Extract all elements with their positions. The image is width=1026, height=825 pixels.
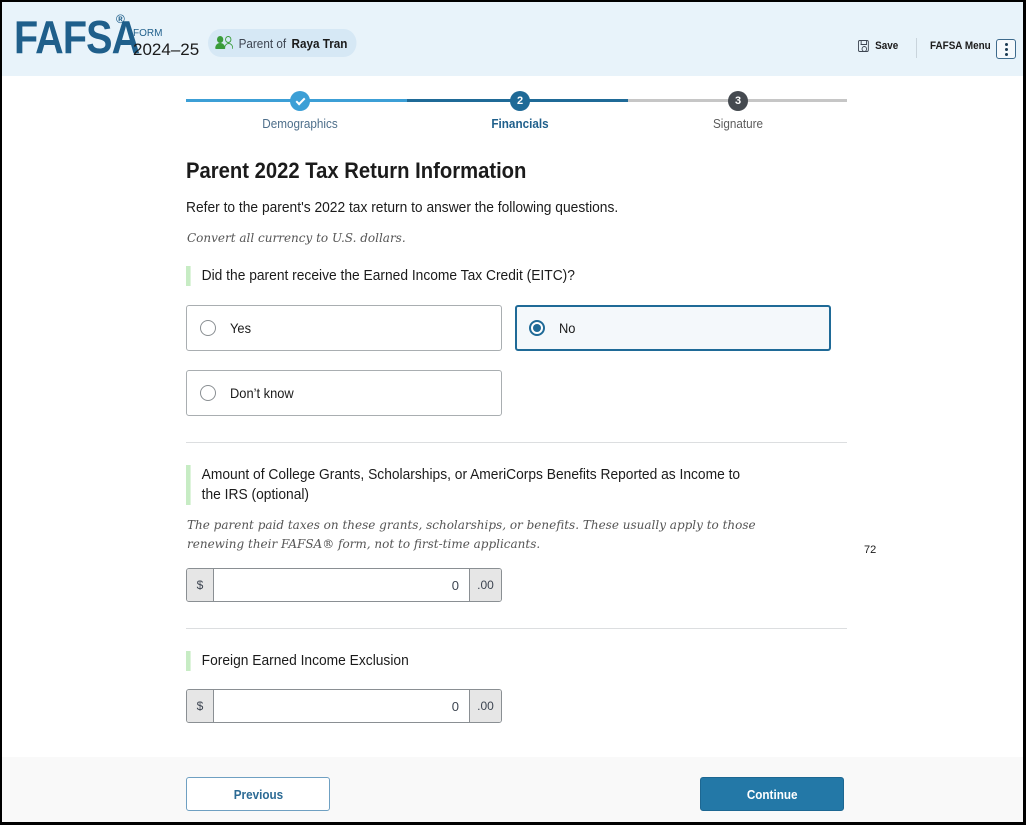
continue-button[interactable]: Continue [700, 777, 844, 811]
option-label: Don’t know [230, 385, 294, 401]
floppy-disk-icon [858, 40, 869, 52]
grants-question-label: Amount of College Grants, Scholarships, … [186, 465, 756, 505]
people-icon [215, 36, 234, 50]
form-label: FORM [133, 28, 163, 39]
role-prefix: Parent of [238, 35, 287, 51]
progress-stepper: 2 3 Demographics Financials Signature [186, 90, 847, 134]
eitc-question-label: Did the parent receive the Earned Income… [186, 266, 575, 286]
cents-suffix: .00 [469, 569, 501, 601]
app-header: FAFSA ® FORM 2024–25 Parent of Raya Tran… [2, 2, 1023, 76]
step-label-signature: Signature [712, 116, 764, 131]
student-name: Raya Tran [291, 35, 348, 51]
page-footer: Previous Continue [2, 757, 1023, 822]
save-label: Save [875, 40, 899, 52]
role-badge: Parent of Raya Tran [208, 29, 357, 57]
section-divider [186, 442, 847, 443]
currency-note: Convert all currency to U.S. dollars. [187, 231, 406, 245]
registered-mark: ® [116, 12, 125, 26]
dollar-prefix: $ [187, 569, 214, 601]
previous-label: Previous [233, 786, 283, 802]
save-button[interactable]: Save [858, 40, 898, 52]
step-number-2: 2 [510, 91, 530, 111]
step-complete-check-icon [290, 91, 310, 111]
continue-label: Continue [746, 786, 798, 802]
option-label: Yes [230, 320, 252, 336]
radio-checked-icon[interactable] [529, 320, 545, 336]
step-label-demographics: Demographics [262, 116, 338, 131]
grants-hint: The parent paid taxes on these grants, s… [187, 518, 756, 551]
grants-amount-field: $ .00 [186, 568, 502, 602]
previous-button[interactable]: Previous [186, 777, 330, 811]
step-number-3: 3 [728, 91, 748, 111]
foreign-income-amount-field: $ .00 [186, 689, 502, 723]
fafsa-menu-button[interactable]: FAFSA Menu [930, 40, 991, 52]
foreign-income-question-label: Foreign Earned Income Exclusion [186, 651, 409, 671]
dollar-prefix: $ [187, 690, 214, 722]
section-divider [186, 628, 847, 629]
page-number: 72 [864, 544, 877, 556]
option-label: No [559, 320, 576, 336]
page-frame: FAFSA ® FORM 2024–25 Parent of Raya Tran… [2, 2, 1023, 822]
cents-suffix: .00 [469, 690, 501, 722]
kebab-vertical-icon[interactable] [996, 39, 1016, 59]
grants-amount-input[interactable] [214, 569, 469, 601]
page-intro: Refer to the parent's 2022 tax return to… [186, 199, 619, 216]
step-label-financials: Financials [491, 116, 549, 131]
foreign-income-amount-input[interactable] [214, 690, 469, 722]
page-title: Parent 2022 Tax Return Information [186, 158, 527, 183]
header-divider [916, 38, 917, 58]
eitc-option-no[interactable]: No [515, 305, 831, 351]
eitc-option-yes[interactable]: Yes [186, 305, 502, 351]
form-year: 2024–25 [133, 40, 200, 59]
eitc-option-dont-know[interactable]: Don’t know [186, 370, 502, 416]
radio-unchecked-icon[interactable] [200, 385, 216, 401]
radio-unchecked-icon[interactable] [200, 320, 216, 336]
